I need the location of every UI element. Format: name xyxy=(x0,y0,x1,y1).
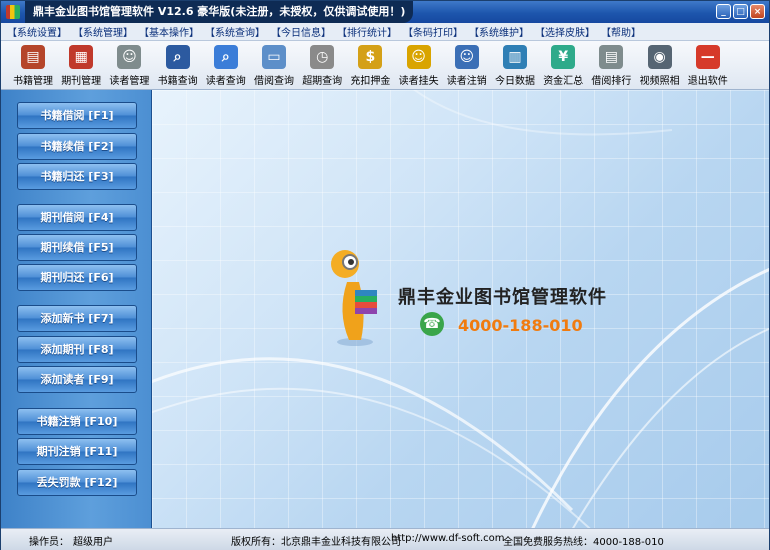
status-bar: 操作员： 超级用户 版权所有：北京鼎丰金业科技有限公司 http://www.d… xyxy=(1,528,769,550)
menu-bar: 【系统设置】 【系统管理】 【基本操作】 【系统查询】 【今日信息】 【排行统计… xyxy=(1,23,769,41)
toolbar-button-label: 书籍管理 xyxy=(13,76,53,87)
book-borrow-button[interactable]: 书籍借阅 [F1] xyxy=(17,102,137,129)
toolbar-button-3[interactable]: ⌕ 书籍查询 xyxy=(154,43,202,87)
toolbar-button-1[interactable]: ▦ 期刊管理 xyxy=(57,43,105,87)
ranking-icon: ▤ xyxy=(599,45,624,69)
periodical-renew-button[interactable]: 期刊续借 [F5] xyxy=(17,234,137,261)
toolbar-button-label: 读者注销 xyxy=(446,76,487,87)
menu-system-query[interactable]: 【系统查询】 xyxy=(205,24,265,39)
toolbar-button-label: 超期查询 xyxy=(302,76,343,87)
hotline-text: 全国免费服务热线：4000-188-010 xyxy=(503,537,664,548)
toolbar-button-5[interactable]: ▭ 借阅查询 xyxy=(250,43,298,87)
phone-number: 4000-188-010 xyxy=(458,316,583,335)
menu-system-maintenance[interactable]: 【系统维护】 xyxy=(469,24,529,39)
minimize-button[interactable]: _ xyxy=(716,4,731,19)
toolbar-button-label: 资金汇总 xyxy=(543,76,584,87)
copyright-text: 版权所有：北京鼎丰金业科技有限公司 xyxy=(231,537,401,548)
periodical-return-button[interactable]: 期刊归还 [F6] xyxy=(17,264,137,291)
title-bar[interactable]: 鼎丰金业图书馆管理软件 V12.6 豪华版(未注册，未授权，仅供调试使用！) _… xyxy=(1,1,769,23)
book-return-button[interactable]: 书籍归还 [F3] xyxy=(17,163,137,190)
toolbar-button-8[interactable]: ☺ 读者挂失 xyxy=(395,43,443,87)
deposit-icon: $ xyxy=(358,45,383,69)
window-controls: _ □ × xyxy=(716,4,765,19)
today-data-icon: ▥ xyxy=(503,45,527,69)
camera-icon: ◉ xyxy=(647,45,672,69)
reader-cancel-icon: ☺ xyxy=(454,45,479,69)
book-search-icon: ⌕ xyxy=(165,45,190,69)
toolbar-button-4[interactable]: ⌕ 读者查询 xyxy=(202,43,250,87)
toolbar-button-label: 借阅查询 xyxy=(254,76,294,87)
toolbar-button-label: 充扣押金 xyxy=(350,76,391,87)
clock-icon: ◷ xyxy=(310,45,335,69)
reader-search-icon: ⌕ xyxy=(213,45,238,69)
toolbar-button-9[interactable]: ☺ 读者注销 xyxy=(443,43,491,87)
add-reader-button[interactable]: 添加读者 [F9] xyxy=(17,366,137,393)
toolbar-button-14[interactable]: — 退出软件 xyxy=(684,43,732,87)
toolbar-button-label: 视频照相 xyxy=(639,76,680,87)
reader-lock-icon: ☺ xyxy=(406,45,431,69)
toolbar-button-label: 今日数据 xyxy=(495,76,535,87)
toolbar-button-11[interactable]: ¥ 资金汇总 xyxy=(539,43,587,87)
maximize-button[interactable]: □ xyxy=(733,4,748,19)
menu-system-settings[interactable]: 【系统设置】 xyxy=(7,24,67,39)
window-title: 鼎丰金业图书馆管理软件 V12.6 豪华版(未注册，未授权，仅供调试使用！) xyxy=(25,1,414,23)
menu-ranking-stats[interactable]: 【排行统计】 xyxy=(337,24,397,39)
add-book-button[interactable]: 添加新书 [F7] xyxy=(17,305,137,332)
book-cancel-button[interactable]: 书籍注销 [F10] xyxy=(17,408,137,435)
reader-card-icon: ☺ xyxy=(117,45,142,69)
menu-help[interactable]: 【帮助】 xyxy=(601,24,641,39)
menu-system-management[interactable]: 【系统管理】 xyxy=(73,24,133,39)
borrow-search-icon: ▭ xyxy=(262,45,286,69)
toolbar-button-label: 退出软件 xyxy=(687,76,728,87)
add-periodical-button[interactable]: 添加期刊 [F8] xyxy=(17,336,137,363)
menu-barcode-print[interactable]: 【条码打印】 xyxy=(403,24,463,39)
background-swooshes xyxy=(152,90,769,528)
toolbar-button-0[interactable]: ▤ 书籍管理 xyxy=(9,43,57,87)
toolbar-button-2[interactable]: ☺ 读者管理 xyxy=(105,43,153,87)
website-link[interactable]: http://www.df-soft.com xyxy=(391,533,505,544)
menu-today-info[interactable]: 【今日信息】 xyxy=(271,24,331,39)
brand-title: 鼎丰金业图书馆管理软件 xyxy=(398,287,607,308)
magazine-icon: ▦ xyxy=(69,45,94,69)
loss-fine-button[interactable]: 丢失罚款 [F12] xyxy=(17,469,137,496)
toolbar-button-6[interactable]: ◷ 超期查询 xyxy=(298,43,346,87)
toolbar-button-label: 读者管理 xyxy=(109,76,150,87)
toolbar-button-7[interactable]: $ 充扣押金 xyxy=(346,43,394,87)
books-icon: ▤ xyxy=(21,45,45,69)
exit-icon: — xyxy=(695,45,720,69)
app-window: 鼎丰金业图书馆管理软件 V12.6 豪华版(未注册，未授权，仅供调试使用！) _… xyxy=(0,0,770,550)
toolbar-button-13[interactable]: ◉ 视频照相 xyxy=(636,43,684,87)
periodical-borrow-button[interactable]: 期刊借阅 [F4] xyxy=(17,204,137,231)
toolbar-button-label: 读者查询 xyxy=(205,76,246,87)
app-logo-icon xyxy=(6,5,20,19)
toolbar-button-label: 读者挂失 xyxy=(398,76,439,87)
toolbar: ▤ 书籍管理 ▦ 期刊管理 ☺ 读者管理 ⌕ 书籍查询 ⌕ 读者查询 ▭ 借阅查询 ◷ 超期查询 $ 充扣押金… xyxy=(1,41,769,90)
toolbar-button-label: 书籍查询 xyxy=(157,76,198,87)
book-renew-button[interactable]: 书籍续借 [F2] xyxy=(17,133,137,160)
toolbar-button-label: 期刊管理 xyxy=(61,76,102,87)
menu-choose-skin[interactable]: 【选择皮肤】 xyxy=(535,24,595,39)
phone-icon: ☎ xyxy=(420,312,444,336)
toolbar-button-10[interactable]: ▥ 今日数据 xyxy=(491,43,539,87)
operator-value: 超级用户 xyxy=(73,537,113,548)
main-panel: 鼎丰金业图书馆管理软件 ☎ 4000-188-010 xyxy=(152,90,769,528)
yen-icon: ¥ xyxy=(551,45,576,69)
toolbar-button-label: 借阅排行 xyxy=(591,76,632,87)
mascot-reading-icon xyxy=(331,250,377,346)
close-button[interactable]: × xyxy=(750,4,765,19)
toolbar-button-12[interactable]: ▤ 借阅排行 xyxy=(587,43,635,87)
periodical-cancel-button[interactable]: 期刊注销 [F11] xyxy=(17,438,137,465)
sidebar: 书籍借阅 [F1] 书籍续借 [F2] 书籍归还 [F3] 期刊借阅 [F4] … xyxy=(1,90,152,528)
operator-label: 操作员： xyxy=(29,537,69,548)
menu-basic-operations[interactable]: 【基本操作】 xyxy=(139,24,199,39)
